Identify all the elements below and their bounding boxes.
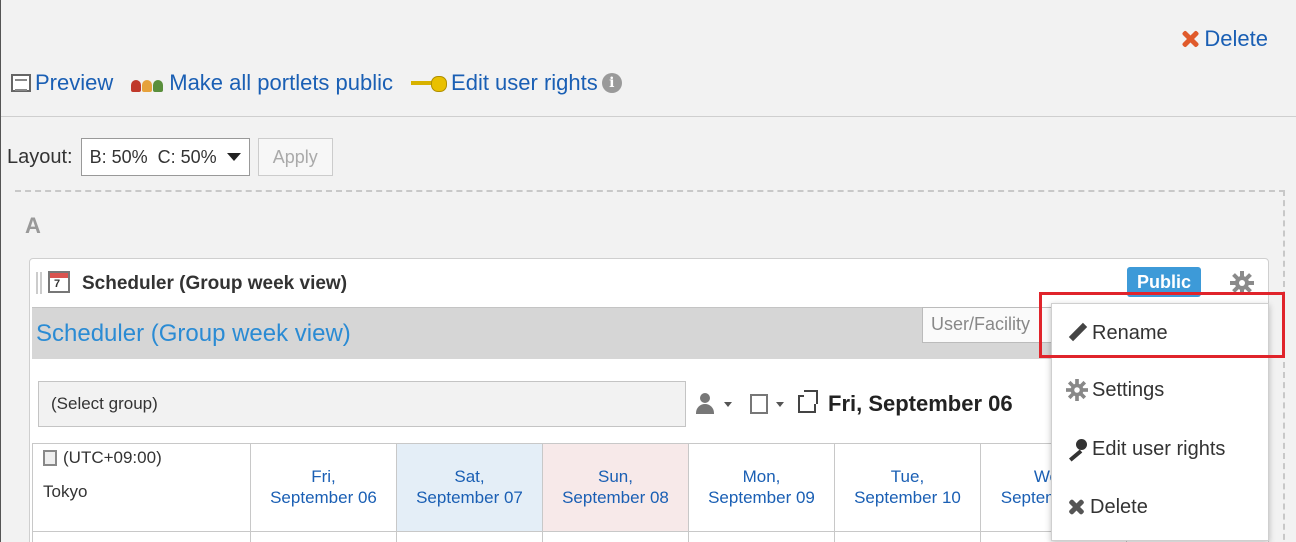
gear-icon <box>1066 379 1088 401</box>
menu-item-label: Edit user rights <box>1092 437 1226 460</box>
menu-item-settings[interactable]: Settings <box>1052 365 1270 415</box>
timezone-label: (UTC+09:00) <box>63 448 162 467</box>
day-date: September 07 <box>416 487 523 507</box>
table-cell <box>250 531 397 542</box>
calendar-icon: 7 <box>48 271 70 293</box>
close-icon <box>1180 29 1200 49</box>
group-select[interactable]: (Select group) <box>38 381 686 427</box>
delete-link[interactable]: Delete <box>1180 26 1268 52</box>
menu-item-label: Delete <box>1090 495 1148 518</box>
day-date: September 10 <box>854 487 961 507</box>
toolbar: Preview Make all portlets public Edit us… <box>11 70 622 96</box>
group-tools <box>694 390 818 415</box>
day-name: Fri, <box>311 467 336 487</box>
close-icon <box>1066 497 1086 517</box>
day-name: Tue, <box>890 467 925 487</box>
table-cell <box>396 531 543 542</box>
group-row: (Select group) Fri, September 06 <box>38 381 1048 427</box>
menu-item-label: Settings <box>1092 378 1165 401</box>
menu-item-edit-user-rights[interactable]: Edit user rights <box>1052 424 1270 474</box>
preview-link[interactable]: Preview <box>11 70 113 96</box>
facility-icon[interactable] <box>750 394 768 414</box>
layout-row: Layout: B: 50% C: 50% Apply <box>7 138 333 176</box>
day-date: September 06 <box>270 487 377 507</box>
make-public-label: Make all portlets public <box>169 70 394 95</box>
edit-user-rights-link[interactable]: Edit user rights i <box>411 70 622 96</box>
timezone-icon <box>43 450 57 467</box>
timezone-cell: (UTC+09:00) Tokyo <box>32 443 251 532</box>
day-header-fri[interactable]: Fri, September 06 <box>250 443 397 532</box>
day-date: September 08 <box>562 487 669 507</box>
apply-button[interactable]: Apply <box>257 138 333 176</box>
preview-icon <box>11 74 31 92</box>
user-icon[interactable] <box>694 393 716 415</box>
highlight-annotation <box>1039 292 1285 358</box>
make-public-link[interactable]: Make all portlets public <box>131 70 393 96</box>
delete-label: Delete <box>1204 26 1268 51</box>
day-name: Sun, <box>598 467 633 487</box>
table-cell <box>834 531 981 542</box>
key-icon <box>411 76 448 92</box>
portlet-title: Scheduler (Group week view) <box>82 273 348 294</box>
divider <box>1 116 1296 117</box>
menu-item-delete[interactable]: Delete <box>1052 482 1270 532</box>
layout-select-value: B: 50% C: 50% <box>89 146 217 167</box>
info-icon[interactable]: i <box>601 73 622 93</box>
day-header-sun[interactable]: Sun, September 08 <box>542 443 689 532</box>
table-row: (UTC+09:00) Tokyo Fri, September 06 Sat,… <box>32 443 1127 532</box>
day-date: September 09 <box>708 487 815 507</box>
table-cell <box>688 531 835 542</box>
people-icon <box>131 74 165 92</box>
day-name: Sat, <box>454 467 485 487</box>
drag-handle-icon[interactable] <box>36 272 42 294</box>
table-cell <box>32 531 251 542</box>
page-frame: Delete Preview Make all portlets public … <box>0 0 1296 542</box>
day-name: Mon, <box>742 467 781 487</box>
city-label: Tokyo <box>43 482 88 502</box>
preview-label: Preview <box>35 70 114 95</box>
user-facility-button[interactable]: User/Facility <box>922 307 1052 343</box>
chevron-down-icon <box>724 401 732 407</box>
day-header-sat[interactable]: Sat, September 07 <box>396 443 543 532</box>
week-table: (UTC+09:00) Tokyo Fri, September 06 Sat,… <box>32 443 1127 542</box>
scheduler-title-bar: Scheduler (Group week view) <box>32 307 1052 359</box>
layout-label: Layout: <box>7 145 73 168</box>
layout-select[interactable]: B: 50% C: 50% <box>80 138 250 176</box>
scheduler-title-link[interactable]: Scheduler (Group week view) <box>36 320 351 348</box>
chevron-down-icon <box>776 401 784 407</box>
table-row <box>32 531 1127 542</box>
current-date-label: Fri, September 06 <box>828 391 1013 416</box>
day-header-mon[interactable]: Mon, September 09 <box>688 443 835 532</box>
area-label: A <box>25 213 41 238</box>
day-header-tue[interactable]: Tue, September 10 <box>834 443 981 532</box>
key-icon <box>1066 438 1088 460</box>
edit-rights-label: Edit user rights <box>451 70 598 95</box>
table-cell <box>542 531 689 542</box>
popout-icon[interactable] <box>798 390 818 413</box>
chevron-down-icon <box>226 153 241 161</box>
